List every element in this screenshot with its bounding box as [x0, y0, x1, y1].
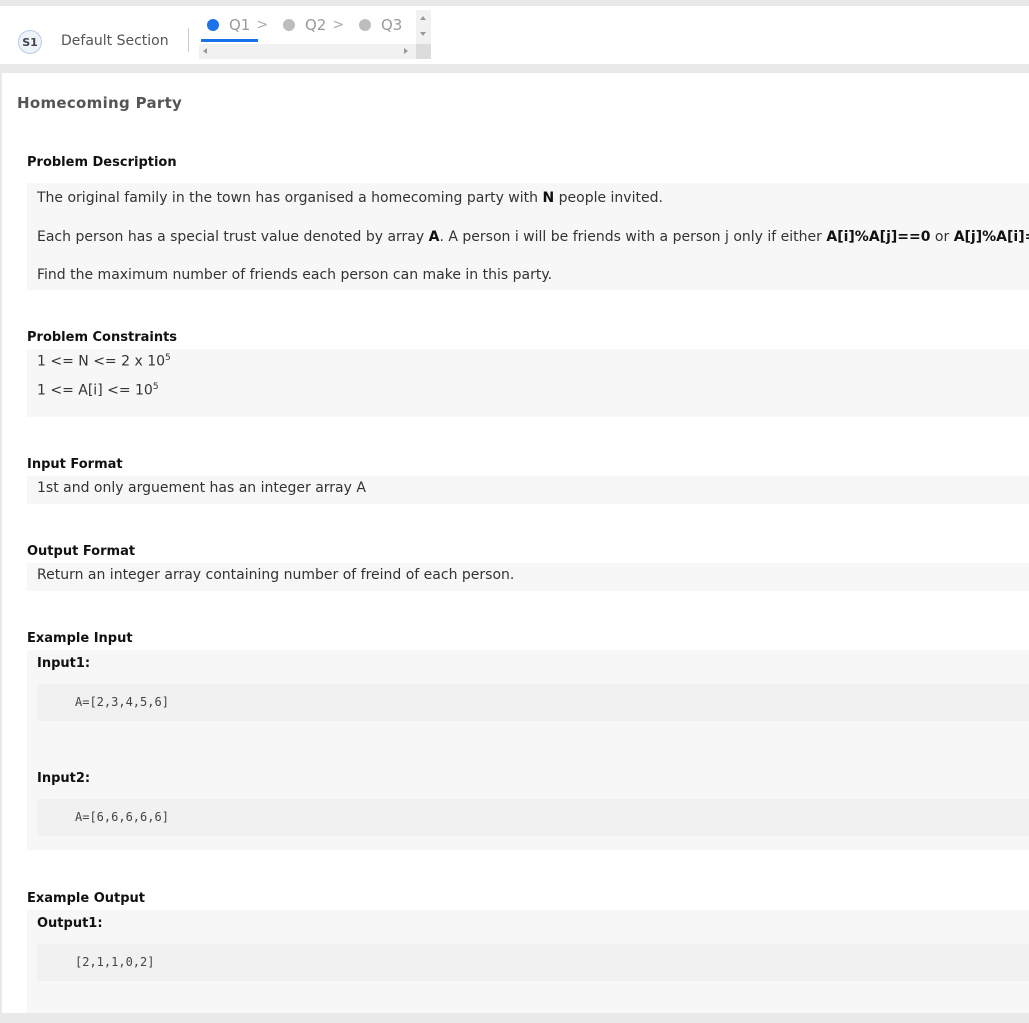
scroll-right-icon[interactable] — [404, 48, 408, 54]
output1-code-block: [2,1,1,0,2] — [37, 944, 1029, 981]
input2-code: A=[6,6,6,6,6] — [75, 810, 169, 824]
input-format-text: 1st and only arguement has an integer ar… — [37, 480, 366, 496]
section-badge[interactable]: S1 — [18, 30, 42, 54]
output-format-box: Return an integer array containing numbe… — [27, 563, 1029, 591]
status-dot-icon — [359, 19, 371, 31]
scrollbar-corner — [416, 44, 431, 59]
input1-label: Input1: — [37, 656, 91, 671]
description-line-2: Each person has a special trust value de… — [37, 229, 1029, 245]
output-format-text: Return an integer array containing numbe… — [37, 567, 515, 583]
active-tab-indicator — [201, 39, 258, 42]
status-dot-icon — [207, 19, 219, 31]
tab-label: Q2 — [305, 16, 327, 34]
constraint-2: 1 <= A[i] <= 105 — [37, 382, 159, 399]
section-label[interactable]: Default Section — [61, 33, 169, 49]
scroll-left-icon[interactable] — [203, 48, 207, 54]
constraint-1: 1 <= N <= 2 x 105 — [37, 353, 171, 370]
input2-label: Input2: — [37, 771, 91, 786]
question-title: Homecoming Party — [17, 94, 183, 112]
tab-q3[interactable]: Q3 — [359, 16, 402, 34]
example-output-box: Output1: [2,1,1,0,2] — [27, 910, 1029, 1013]
output1-label: Output1: — [37, 916, 103, 931]
question-content: Homecoming Party Problem Description The… — [2, 73, 1029, 1013]
example-input-box: Input1: A=[2,3,4,5,6] Input2: A=[6,6,6,6… — [27, 650, 1029, 850]
input-format-box: 1st and only arguement has an integer ar… — [27, 476, 1029, 504]
example-output-heading: Example Output — [27, 891, 145, 906]
output1-code: [2,1,1,0,2] — [75, 955, 155, 969]
tab-q2[interactable]: Q2 > — [283, 16, 344, 34]
tabs-vertical-scrollbar[interactable] — [416, 10, 431, 44]
tab-label: Q3 — [381, 16, 403, 34]
problem-constraints-heading: Problem Constraints — [27, 330, 178, 345]
example-input-heading: Example Input — [27, 631, 133, 646]
problem-description-heading: Problem Description — [27, 155, 177, 170]
scroll-up-icon[interactable] — [420, 16, 426, 20]
chevron-right-icon: > — [332, 17, 345, 33]
problem-description-box: The original family in the town has orga… — [27, 183, 1029, 290]
question-nav-bar: S1 Default Section — [0, 6, 1029, 64]
tabs-horizontal-scrollbar[interactable] — [199, 44, 416, 59]
output-format-heading: Output Format — [27, 544, 136, 559]
tab-label: Q1 — [229, 16, 251, 34]
input2-code-block: A=[6,6,6,6,6] — [37, 799, 1029, 836]
input-format-heading: Input Format — [27, 457, 123, 472]
chevron-right-icon: > — [256, 17, 269, 33]
divider — [188, 28, 189, 52]
status-dot-icon — [283, 19, 295, 31]
scroll-down-icon[interactable] — [420, 32, 426, 36]
description-line-1: The original family in the town has orga… — [37, 190, 663, 206]
problem-constraints-box: 1 <= N <= 2 x 105 1 <= A[i] <= 105 — [27, 349, 1029, 417]
input1-code: A=[2,3,4,5,6] — [75, 695, 169, 709]
tab-q1[interactable]: Q1 > — [207, 16, 268, 34]
input1-code-block: A=[2,3,4,5,6] — [37, 684, 1029, 721]
description-line-3: Find the maximum number of friends each … — [37, 267, 553, 283]
